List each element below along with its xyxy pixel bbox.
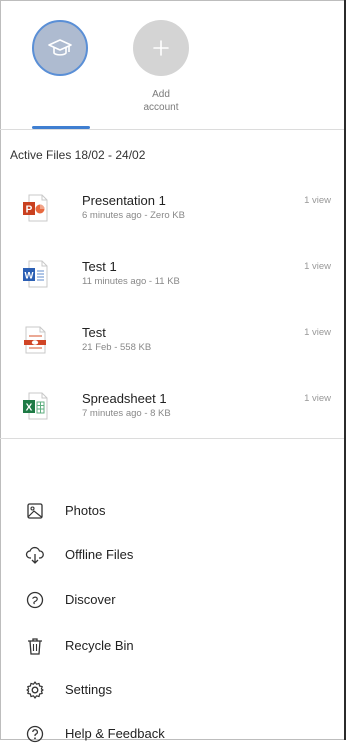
photos-icon <box>27 503 43 519</box>
file-views: 1 view <box>304 195 331 206</box>
account-switcher-current[interactable] <box>30 20 90 76</box>
file-name: Test <box>82 325 106 340</box>
svg-text:W: W <box>25 271 34 282</box>
file-name: Spreadsheet 1 <box>82 391 167 406</box>
file-name: Test 1 <box>82 259 117 274</box>
menu-item-label: Help & Feedback <box>65 726 165 741</box>
file-meta: 21 Feb - 558 KB <box>82 342 152 353</box>
menu-item-label: Offline Files <box>65 547 134 562</box>
files-divider <box>0 438 344 439</box>
pdf-icon <box>22 325 48 355</box>
file-row[interactable]: Test 21 Feb - 558 KB 1 view <box>0 325 344 385</box>
menu-item-label: Discover <box>65 592 116 607</box>
menu-item-recycle-bin[interactable]: Recycle Bin <box>0 633 344 663</box>
menu-item-label: Settings <box>65 682 112 697</box>
svg-text:X: X <box>26 403 33 414</box>
menu-item-label: Recycle Bin <box>65 638 134 653</box>
menu-item-label: Photos <box>65 503 106 518</box>
svg-text:P: P <box>26 205 33 216</box>
file-views: 1 view <box>304 393 331 404</box>
menu-item-offline-files[interactable]: Offline Files <box>0 542 344 572</box>
menu-item-discover[interactable]: Discover <box>0 587 344 617</box>
add-account-circle[interactable] <box>133 20 189 76</box>
avatar[interactable] <box>32 20 88 76</box>
add-account-label: Add account <box>143 89 179 113</box>
menu-item-settings[interactable]: Settings <box>0 677 344 707</box>
file-row[interactable]: W Test 1 11 minutes ago - 11 KB 1 view <box>0 259 344 319</box>
file-views: 1 view <box>304 261 331 272</box>
menu-item-photos[interactable]: Photos <box>0 498 344 528</box>
header-divider <box>0 129 344 130</box>
recycle-bin-icon <box>28 638 42 655</box>
file-views: 1 view <box>304 327 331 338</box>
graduation-cap-icon <box>48 39 72 56</box>
file-meta: 6 minutes ago - Zero KB <box>82 210 185 221</box>
excel-icon: X <box>22 391 48 421</box>
help-icon <box>26 725 44 743</box>
powerpoint-icon: P <box>22 193 48 223</box>
add-account-button[interactable]: Add account <box>130 20 192 114</box>
discover-icon <box>26 591 44 609</box>
active-files-title: Active Files 18/02 - 24/02 <box>10 148 146 162</box>
file-name: Presentation 1 <box>82 193 166 208</box>
file-meta: 11 minutes ago - 11 KB <box>82 276 180 287</box>
gear-icon <box>26 681 44 699</box>
file-row[interactable]: P Presentation 1 6 minutes ago - Zero KB… <box>0 193 344 253</box>
file-meta: 7 minutes ago - 8 KB <box>82 408 171 419</box>
word-icon: W <box>22 259 48 289</box>
cloud-download-icon <box>25 546 44 564</box>
menu-item-help-feedback[interactable]: Help & Feedback <box>0 721 344 751</box>
file-row[interactable]: X Spreadsheet 1 7 minutes ago - 8 KB 1 v… <box>0 391 344 451</box>
plus-icon <box>153 40 169 56</box>
